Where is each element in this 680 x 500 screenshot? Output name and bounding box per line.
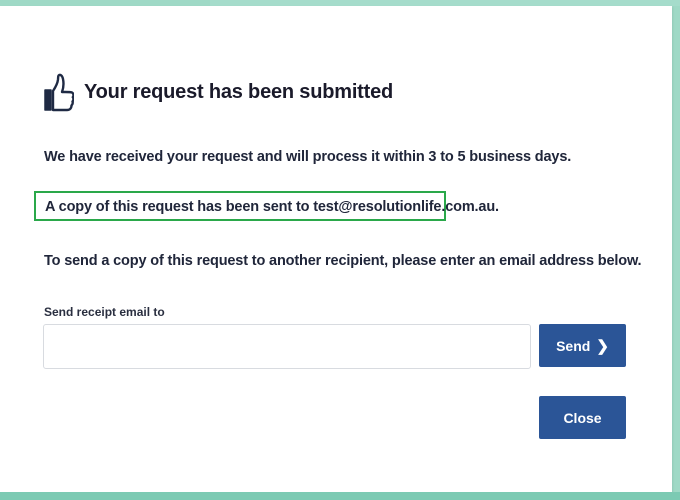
send-copy-instructions: To send a copy of this request to anothe… <box>44 253 642 269</box>
send-button[interactable]: Send ❯ <box>539 324 626 367</box>
received-message: We have received your request and will p… <box>44 149 572 165</box>
close-button[interactable]: Close <box>539 396 626 439</box>
dialog-header: Your request has been submitted <box>42 70 393 114</box>
chevron-right-icon: ❯ <box>596 337 609 355</box>
receipt-email-input[interactable] <box>43 324 531 369</box>
background-accent-right <box>672 6 680 500</box>
receipt-email-label: Send receipt email to <box>44 305 165 319</box>
copy-sent-message: A copy of this request has been sent to … <box>45 199 499 215</box>
confirmation-dialog: Your request has been submitted We have … <box>0 6 672 492</box>
thumbs-up-icon <box>44 73 74 112</box>
dialog-title: Your request has been submitted <box>84 80 394 103</box>
background-accent-bottom <box>0 492 680 500</box>
copy-sent-highlight-box: A copy of this request has been sent to … <box>34 191 499 221</box>
close-button-label: Close <box>563 409 602 426</box>
send-button-label: Send <box>556 337 591 354</box>
